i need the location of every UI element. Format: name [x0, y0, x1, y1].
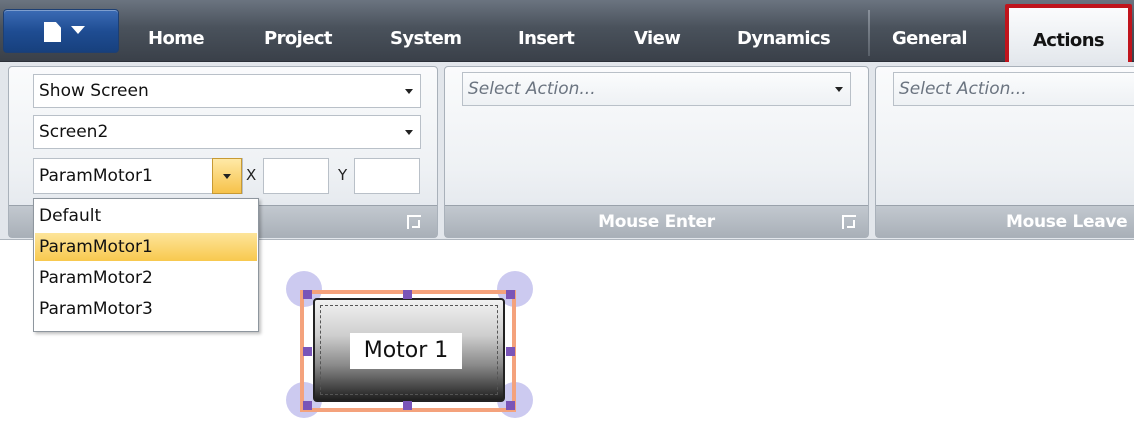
mouse-leave-placeholder: Select Action... [899, 79, 1027, 99]
resize-handle-icon[interactable] [403, 290, 412, 299]
tab-general[interactable]: General [892, 22, 968, 56]
list-item[interactable]: ParamMotor2 [35, 264, 257, 292]
action-value: Show Screen [39, 81, 149, 101]
screen-value: Screen2 [39, 122, 109, 142]
mouse-enter-placeholder: Select Action... [468, 79, 596, 99]
tab-dynamics[interactable]: Dynamics [737, 22, 831, 56]
dialog-launcher-icon[interactable] [407, 215, 421, 229]
action-select[interactable]: Show Screen [33, 74, 421, 108]
resize-handle-icon[interactable] [506, 347, 515, 356]
y-field[interactable] [354, 158, 420, 194]
motor-button-label: Motor 1 [350, 333, 462, 369]
list-item-selected[interactable]: ParamMotor1 [35, 233, 257, 261]
parameter-value: ParamMotor1 [39, 166, 153, 186]
resize-handle-icon[interactable] [303, 347, 312, 356]
group-title: Mouse Enter [445, 205, 868, 237]
x-field[interactable] [263, 158, 329, 194]
x-label: X [246, 166, 257, 184]
tab-home[interactable]: Home [148, 22, 205, 56]
app-menu-icon [44, 22, 61, 42]
tab-separator [868, 10, 870, 56]
resize-handle-icon[interactable] [303, 401, 312, 410]
list-item[interactable]: ParamMotor3 [35, 295, 257, 323]
list-item[interactable]: Default [35, 202, 257, 230]
resize-handle-icon[interactable] [403, 401, 412, 410]
parameter-dropdown-button[interactable] [212, 158, 242, 194]
mouse-enter-action-select[interactable]: Select Action... [462, 72, 851, 106]
dialog-launcher-icon[interactable] [842, 215, 856, 229]
screen-select[interactable]: Screen2 [33, 115, 421, 149]
tab-insert[interactable]: Insert [518, 22, 575, 56]
resize-handle-icon[interactable] [303, 290, 312, 299]
dropdown-arrow-icon [405, 130, 413, 135]
dropdown-arrow-icon [71, 26, 85, 34]
dropdown-arrow-icon [835, 87, 843, 92]
application-menu-button[interactable] [3, 9, 119, 53]
resize-handle-icon[interactable] [506, 290, 515, 299]
dropdown-arrow-icon [405, 89, 413, 94]
y-label: Y [338, 166, 348, 184]
group-title: Mouse Leave [876, 205, 1134, 237]
resize-handle-icon[interactable] [506, 401, 515, 410]
parameter-dropdown-list: Default ParamMotor1 ParamMotor2 ParamMot… [33, 198, 259, 332]
mouse-leave-action-select[interactable]: Select Action... [893, 72, 1134, 106]
ribbon-tab-bar: Home Project System Insert View Dynamics… [0, 0, 1134, 68]
tab-system[interactable]: System [390, 22, 462, 56]
tab-view[interactable]: View [634, 22, 681, 56]
tab-actions[interactable]: Actions [1005, 4, 1132, 68]
tab-project[interactable]: Project [264, 22, 332, 56]
